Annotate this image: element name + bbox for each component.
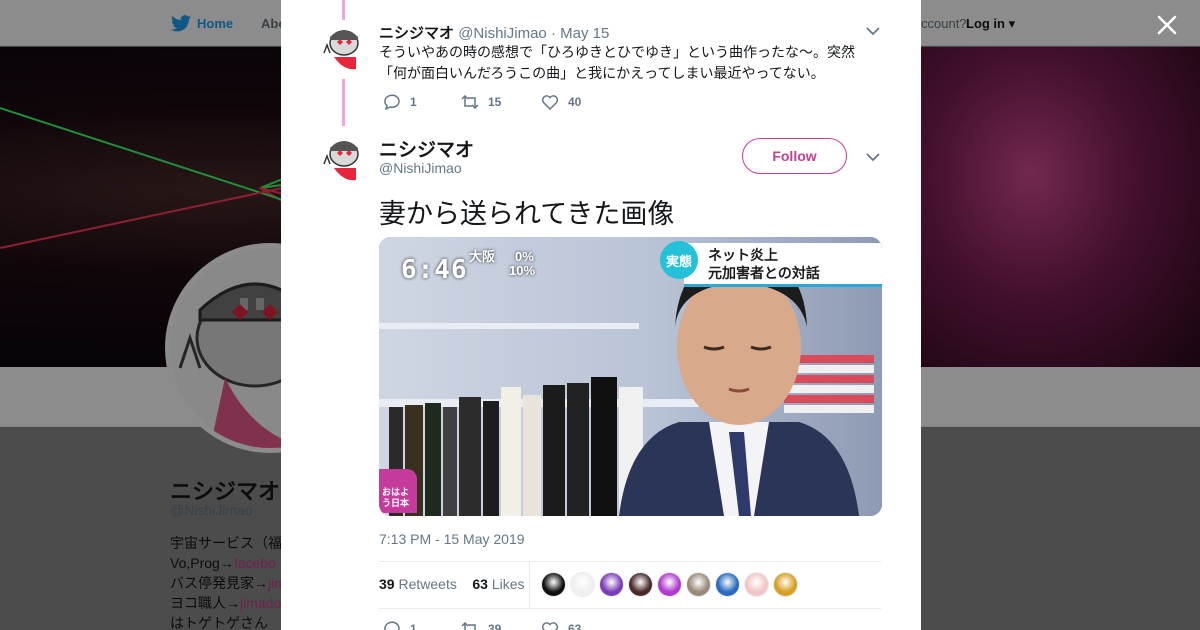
retweets-stat-count: 39 [379,576,395,592]
reply-icon [384,621,400,630]
tweet-modal: ニシジマオ @NishiJimao · May 15 そういやあの時の感想で「ひ… [281,0,921,630]
chevron-down-icon[interactable] [866,153,880,162]
user-avatar[interactable] [320,23,368,71]
retweets-stat-label: Retweets [398,576,457,592]
liker-avatar[interactable] [773,572,798,597]
reply-icon [384,94,400,110]
likes-stat-label: Likes [491,576,525,592]
chevron-down-icon[interactable] [866,27,880,36]
retweet-count: 39 [488,622,502,630]
reply-action[interactable]: 1 [383,621,417,630]
thread-line [342,0,345,20]
liker-avatar[interactable] [570,572,595,597]
user-avatar[interactable] [320,134,368,182]
reply-count: 1 [410,95,417,109]
tv-caption-line: ネット炎上 [708,247,778,263]
tweet-author-name[interactable]: ニシジマオ [379,25,454,42]
like-action[interactable]: 63 [541,621,581,630]
liker-avatar[interactable] [686,572,711,597]
likes-stat-count: 63 [472,576,488,592]
tv-rain-chance: 10% [509,263,536,278]
tweet-author-handle[interactable]: @NishiJimao [458,25,547,42]
divider [379,561,881,562]
liker-avatar[interactable] [541,572,566,597]
stats-divider [529,562,530,608]
liker-avatar[interactable] [628,572,653,597]
reply-action[interactable]: 1 [383,94,417,110]
tweet-stats: 39 Retweets 63 Likes [379,576,525,592]
retweet-icon [461,94,479,110]
heart-icon [541,622,559,630]
tweet-text: そういやあの時の感想で「ひろゆきとひでゆき」という曲作ったな～。突然「何が面白い… [379,44,855,81]
liker-avatar[interactable] [715,572,740,597]
tv-program-logo: おはよう日本 [379,469,417,513]
like-count: 63 [568,622,582,630]
tv-caption-line: 元加害者との対話 [708,265,820,281]
thread-tweet-header: ニシジマオ @NishiJimao · May 15 [379,22,609,43]
like-count: 40 [568,95,582,109]
tweet-text: 妻から送られてきた画像 [379,199,675,229]
tv-rain-chance: 0% [515,249,534,264]
retweet-action[interactable]: 39 [461,621,501,630]
tweet-timestamp[interactable]: 7:13 PM - 15 May 2019 [379,531,525,547]
tv-badge: 実態 [660,241,698,279]
thread-line [342,79,345,126]
heart-icon [541,95,559,110]
like-action[interactable]: 40 [541,94,581,110]
follow-button[interactable]: Follow [742,138,847,174]
liker-avatar[interactable] [657,572,682,597]
retweets-stat[interactable]: 39 Retweets [379,576,457,592]
tweet-author-name[interactable]: ニシジマオ [379,135,474,162]
retweet-action[interactable]: 15 [461,94,501,110]
liker-avatars [541,572,798,597]
tv-clock: 6:46 [401,255,468,285]
retweet-count: 15 [488,95,502,109]
retweet-icon [461,621,476,630]
tv-caption-box: ネット炎上 元加害者との対話 [684,243,882,287]
liker-avatar[interactable] [744,572,769,597]
tv-weather-city: 大阪 [469,249,496,264]
close-icon[interactable] [1156,14,1178,36]
tweet-photo[interactable]: 6:46 大阪 0% 10% ネット炎上 元加害者との対話 実態 おはよう日本 [379,237,882,516]
liker-avatar[interactable] [599,572,624,597]
reply-count: 1 [410,622,417,630]
divider [379,608,881,609]
tweet-author-handle[interactable]: @NishiJimao [379,160,462,176]
likes-stat[interactable]: 63 Likes [472,576,524,592]
tweet-date-link[interactable]: · May 15 [551,25,609,42]
